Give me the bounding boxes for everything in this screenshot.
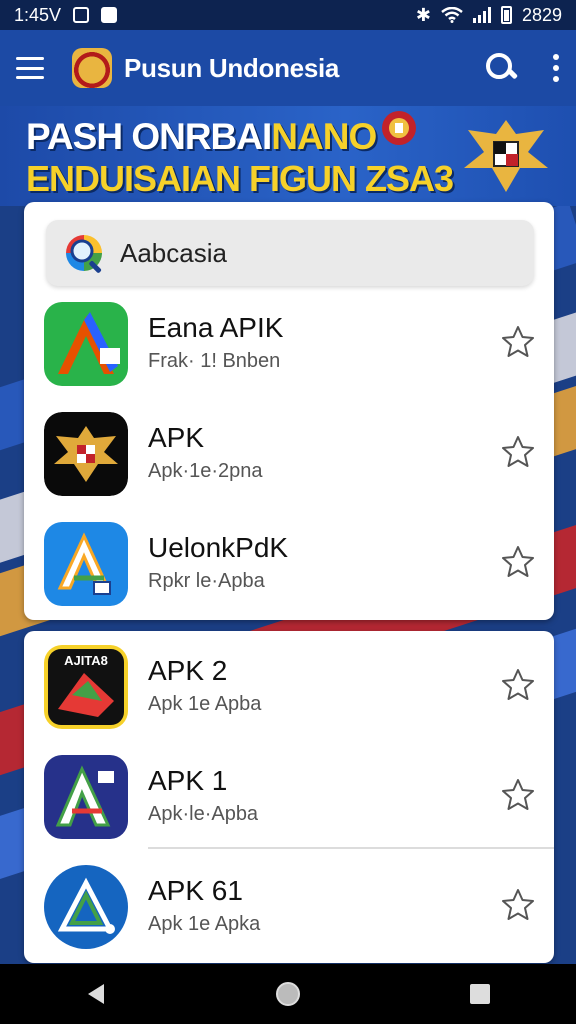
red-yellow-a-icon: AJITA8 [44,645,128,729]
notification-icon [73,7,90,23]
home-button[interactable] [268,974,308,1014]
status-bar: 1:45V ✱ 2829 [0,0,576,30]
list-item[interactable]: AJITA8 APK 2 Apk 1e Apba [24,637,554,737]
app-subtitle: Apk 1e Apka [148,913,261,935]
emblem-small-icon [382,111,416,145]
app-title: APK 1 [148,765,228,796]
app-list-card-1: Aabcasia Eana APIK Frak· 1! Bnben APK Ap… [24,202,554,620]
app-logo [72,48,112,88]
recents-icon [470,984,490,1004]
green-a-icon [44,302,128,386]
banner-line-1-white: PASH ONRBAI [26,116,272,157]
signal-icon [472,7,491,23]
star-icon[interactable] [500,887,536,923]
promo-banner[interactable]: PASH ONRBAINANO ENDUISAIAN FIGUN ZSA3 [0,106,576,206]
app-subtitle: Rpkr le·Apba [148,570,265,592]
star-icon[interactable] [500,544,536,580]
bluetooth-icon: ✱ [415,4,431,25]
app-title: APK [148,422,205,453]
blue-a-icon [44,522,128,606]
banner-line-1: PASH ONRBAINANO [26,116,377,158]
list-item[interactable]: APK 61 Apk 1e Apka [24,857,554,957]
app-icon-badge: AJITA8 [64,653,108,668]
list-item[interactable]: APK 1 Apk·le·Apba [24,747,554,847]
app-title: APK 61 [148,875,243,906]
star-icon[interactable] [500,667,536,703]
search-icon[interactable] [484,51,518,85]
back-icon [88,984,104,1004]
status-time-left: 1:45V [14,4,62,25]
app-bar: Pusun Undonesia [0,30,576,106]
star-icon[interactable] [500,434,536,470]
app-title: UelonkPdK [148,532,289,563]
app-title: APK 2 [148,655,228,686]
list-item[interactable]: UelonkPdK Rpkr le·Apba [24,514,554,614]
back-button[interactable] [76,974,116,1014]
star-icon[interactable] [500,324,536,360]
app-title: Pusun Undonesia [124,52,340,83]
app-subtitle: Apk·1e·2pna [148,460,263,482]
list-divider [148,847,554,849]
list-item[interactable]: APK Apk·1e·2pna [24,404,554,504]
search-value: Aabcasia [120,237,227,268]
home-icon [276,982,300,1006]
app-subtitle: Apk 1e Apba [148,693,262,715]
system-nav-bar [0,964,576,1024]
star-icon[interactable] [500,777,536,813]
app-list-card-2: AJITA8 APK 2 Apk 1e Apba APK 1 Apk·le·Ap… [24,631,554,963]
mail-icon [101,7,118,23]
menu-icon[interactable] [16,57,44,79]
garuda-icon [44,412,128,496]
banner-line-2: ENDUISAIAN FIGUN ZSA3 [26,158,454,199]
app-subtitle: Apk·le·Apba [148,803,259,825]
wifi-icon [441,7,463,23]
list-item[interactable]: Eana APIK Frak· 1! Bnben [24,294,554,394]
status-time-right: 2829 [521,4,562,25]
app-title: Eana APIK [148,312,284,343]
search-field[interactable]: Aabcasia [46,220,534,286]
banner-line-1-yellow: NANO [271,116,377,157]
garuda-emblem-icon [464,120,548,192]
search-app-icon [66,235,102,273]
blue-delta-icon [44,865,128,949]
battery-icon [500,6,512,24]
recents-button[interactable] [460,974,500,1014]
app-subtitle: Frak· 1! Bnben [148,350,281,372]
navy-a-icon [44,755,128,839]
more-options-icon[interactable] [552,54,560,82]
